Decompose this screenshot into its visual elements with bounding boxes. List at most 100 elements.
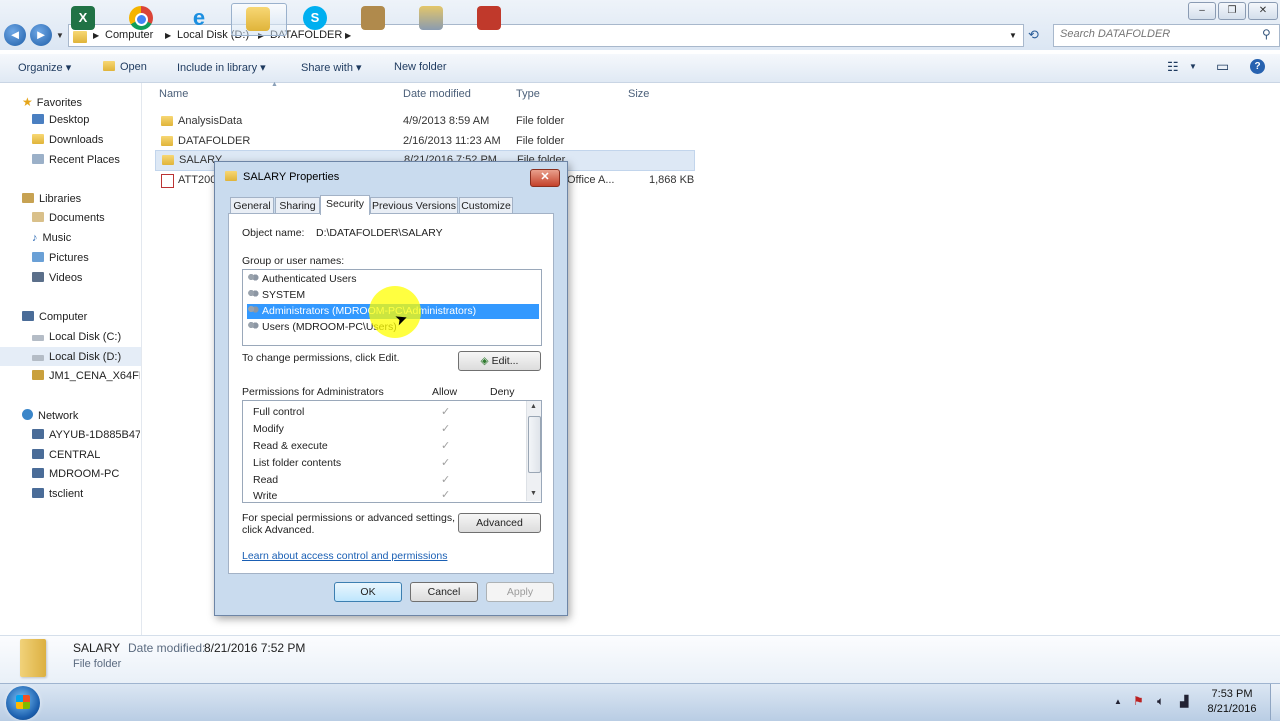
open-button[interactable]: Open — [103, 61, 147, 73]
tab-previous-versions[interactable]: Previous Versions — [370, 197, 458, 214]
nav-local-disk-c[interactable]: Local Disk (C:) — [32, 331, 121, 343]
new-folder-button[interactable]: New folder — [394, 61, 447, 73]
column-header-type[interactable]: Type — [516, 88, 540, 100]
nav-libraries[interactable]: Libraries — [22, 193, 81, 205]
tab-security[interactable]: Security — [320, 195, 370, 215]
nav-computer[interactable]: Computer — [22, 311, 87, 323]
network-status-icon[interactable]: ▟ — [1180, 695, 1188, 708]
taskbar-excel[interactable]: X — [57, 3, 111, 34]
close-window-button[interactable]: ✕ — [1248, 2, 1278, 20]
nav-videos[interactable]: Videos — [32, 272, 82, 284]
apply-button[interactable]: Apply — [486, 582, 554, 602]
nav-music[interactable]: ♪ Music — [32, 232, 71, 244]
star-icon: ★ — [22, 95, 33, 109]
computer-icon — [22, 311, 34, 321]
action-center-icon[interactable]: ⚑ — [1133, 694, 1144, 708]
table-row[interactable]: AnalysisData 4/9/2013 8:59 AM File folde… — [0, 115, 700, 131]
tab-sharing[interactable]: Sharing — [275, 197, 320, 214]
internet-explorer-icon: e — [192, 5, 206, 30]
nav-network-pc-3[interactable]: MDROOM-PC — [32, 468, 119, 480]
address-dropdown-icon[interactable]: ▼ — [1009, 31, 1017, 40]
nav-favorites[interactable]: ★ Favorites — [22, 95, 82, 109]
nav-recent-places[interactable]: Recent Places — [32, 154, 120, 166]
scroll-down-icon[interactable]: ▼ — [530, 490, 537, 497]
permissions-list[interactable]: Full control ✓ Modify ✓ Read & execute ✓… — [242, 400, 542, 503]
taskbar-skype[interactable]: S — [289, 3, 343, 34]
taskbar-explorer[interactable] — [231, 3, 287, 36]
view-dropdown-icon[interactable]: ▼ — [1189, 62, 1197, 71]
scrollbar[interactable]: ▲ ▼ — [526, 401, 541, 501]
group-or-user-names-label: Group or user names: — [242, 255, 345, 267]
column-header-date[interactable]: Date modified — [403, 88, 471, 100]
search-box[interactable]: ⚲ — [1053, 24, 1280, 47]
nav-network-pc-4[interactable]: tsclient — [32, 488, 83, 500]
show-hidden-icons[interactable]: ▲ — [1114, 697, 1122, 706]
nav-network-pc-2[interactable]: CENTRAL — [32, 449, 100, 461]
forward-icon[interactable]: ► — [30, 24, 52, 46]
file-size: 1,868 KB — [649, 174, 695, 186]
search-icon[interactable]: ⚲ — [1262, 27, 1271, 41]
folder-icon — [103, 61, 115, 71]
nav-pictures[interactable]: Pictures — [32, 252, 89, 264]
advanced-button[interactable]: Advanced — [458, 513, 541, 533]
nav-network[interactable]: Network — [22, 409, 78, 422]
nav-label: Local Disk (D:) — [49, 351, 122, 363]
search-input[interactable] — [1054, 25, 1260, 43]
nav-dvd-drive[interactable]: JM1_CENA_X64FRE — [32, 370, 140, 382]
table-row[interactable]: DATAFOLDER 2/16/2013 11:23 AM File folde… — [0, 135, 700, 151]
start-button[interactable] — [6, 686, 40, 720]
package-icon — [361, 6, 385, 30]
dialog-close-button[interactable]: ✕ — [530, 169, 560, 187]
taskbar-chrome[interactable] — [115, 3, 169, 34]
object-name-label: Object name: — [242, 227, 305, 239]
back-icon[interactable]: ◄ — [4, 24, 26, 46]
scroll-thumb[interactable] — [528, 416, 541, 473]
clock-date[interactable]: 8/21/2016 — [1200, 703, 1264, 715]
taskbar-app-tools[interactable] — [405, 3, 459, 34]
clock-time[interactable]: 7:53 PM — [1200, 688, 1264, 700]
folder-icon — [161, 136, 178, 148]
object-name-value: D:\DATAFOLDER\SALARY — [316, 227, 443, 239]
network-computer-icon — [32, 488, 44, 498]
tools-icon — [419, 6, 443, 30]
scroll-up-icon[interactable]: ▲ — [530, 403, 537, 410]
tab-customize[interactable]: Customize — [459, 197, 513, 214]
ok-button[interactable]: OK — [334, 582, 402, 602]
share-with-button[interactable]: Share with ▾ — [301, 61, 362, 74]
preview-pane-icon[interactable]: ▭ — [1216, 58, 1229, 75]
taskbar-internet-explorer[interactable]: e — [173, 3, 227, 34]
organize-button[interactable]: Organize ▾ — [18, 61, 71, 74]
help-icon[interactable]: ? — [1250, 59, 1265, 74]
learn-about-access-control-link[interactable]: Learn about access control and permissio… — [242, 550, 447, 562]
refresh-icon[interactable]: ⟲ — [1028, 27, 1039, 43]
list-item[interactable]: Authenticated Users — [247, 272, 357, 287]
maximize-button[interactable]: ❐ — [1218, 2, 1246, 20]
edit-label: Edit... — [491, 355, 519, 367]
tab-general[interactable]: General — [230, 197, 274, 214]
volume-icon[interactable]: 🔈︎ — [1157, 694, 1164, 709]
nav-network-pc-1[interactable]: AYYUB-1D885B470 — [32, 429, 140, 441]
show-desktop-button[interactable] — [1270, 684, 1280, 720]
taskbar-app-box[interactable] — [347, 3, 401, 34]
cancel-button[interactable]: Cancel — [410, 582, 478, 602]
minimize-button[interactable]: – — [1188, 2, 1216, 20]
sort-arrow-icon: ▲ — [271, 81, 278, 88]
details-date-label: Date modified: — [128, 641, 206, 655]
column-header-name[interactable]: Name — [159, 88, 188, 100]
column-header-size[interactable]: Size — [628, 88, 649, 100]
allow-check-icon: ✓ — [441, 423, 451, 435]
chrome-icon — [129, 6, 153, 30]
folder-icon — [162, 155, 179, 167]
users-icon — [247, 305, 259, 315]
list-item[interactable]: SYSTEM — [247, 288, 305, 303]
nav-documents[interactable]: Documents — [32, 212, 105, 224]
nav-local-disk-d[interactable]: Local Disk (D:) — [32, 351, 121, 363]
taskbar-app-toolbox[interactable] — [463, 3, 517, 34]
permissions-for-label: Permissions for Administrators — [242, 386, 384, 398]
change-view-icon[interactable]: ☷ — [1167, 59, 1179, 75]
nav-label: Libraries — [39, 193, 82, 205]
edit-button[interactable]: ◈ Edit... — [458, 351, 541, 371]
include-in-library-button[interactable]: Include in library ▾ — [177, 61, 266, 74]
nav-label: Documents — [49, 212, 105, 224]
windows-logo-icon — [16, 695, 30, 709]
